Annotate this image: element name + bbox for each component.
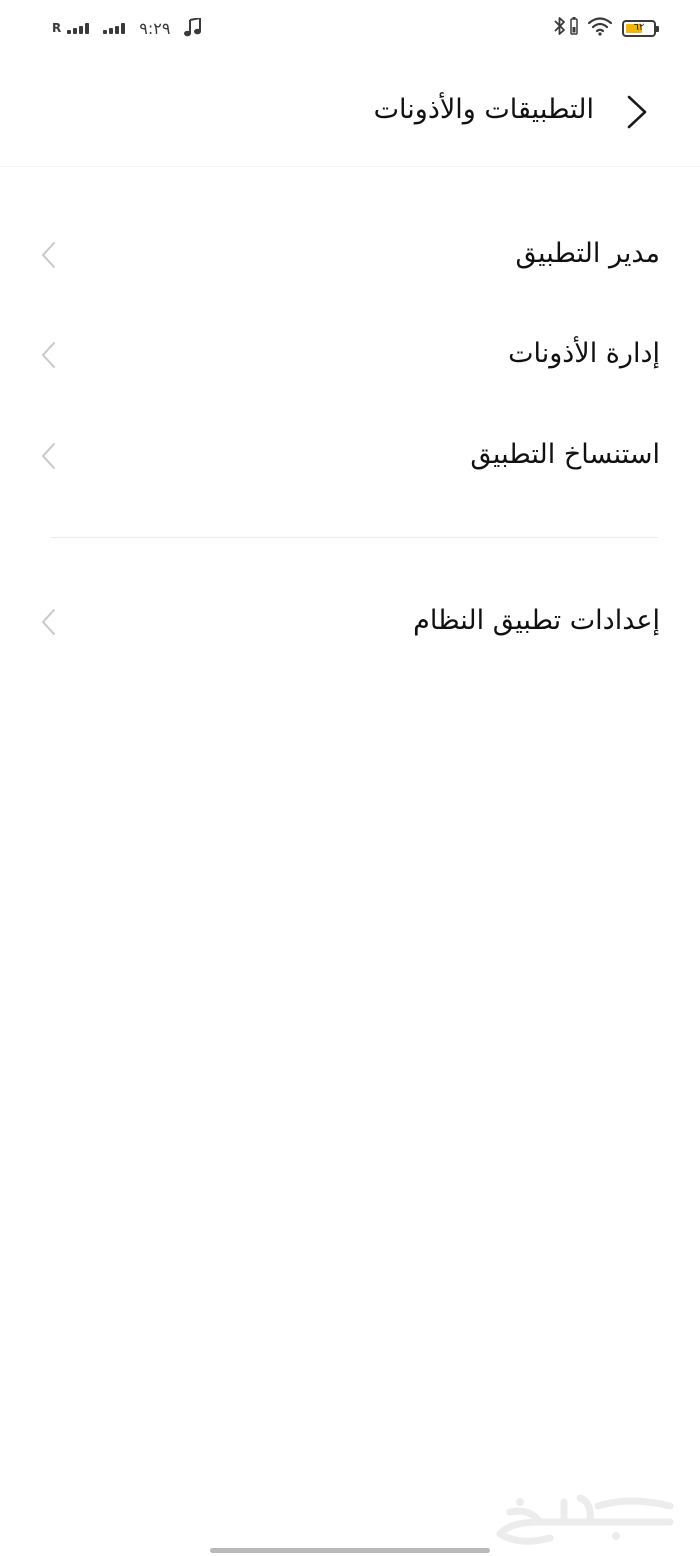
menu-item-permissions[interactable]: إدارة الأذونات: [0, 304, 700, 404]
chevron-left-icon: [42, 443, 55, 469]
chevron-left-icon: [42, 609, 55, 635]
status-time: ٩:٢٩: [139, 18, 171, 38]
wifi-icon: [587, 16, 613, 40]
signal-icon: [103, 22, 127, 34]
section-divider: [50, 537, 658, 538]
menu-item-label: إدارة الأذونات: [508, 338, 660, 369]
battery-icon: ٦٢: [622, 19, 659, 37]
signal-icon: [67, 22, 91, 34]
status-bar: R ٩:٢٩ ٦٢: [0, 0, 700, 56]
watermark-logo: [496, 1494, 674, 1545]
menu-item-label: إعدادات تطبيق النظام: [413, 605, 660, 636]
menu-item-app-manager[interactable]: مدير التطبيق: [0, 204, 700, 304]
chevron-right-icon: [627, 95, 647, 129]
menu-item-dual-apps[interactable]: استنساخ التطبيق: [0, 405, 700, 505]
menu-item-system-app-settings[interactable]: إعدادات تطبيق النظام: [0, 571, 700, 671]
menu-item-label: مدير التطبيق: [515, 238, 660, 269]
back-button[interactable]: [622, 92, 652, 132]
status-bar-right: ٦٢: [544, 14, 659, 42]
chevron-left-icon: [42, 242, 55, 268]
battery-percentage: ٦٢: [633, 21, 645, 33]
page-header: التطبيقات والأذونات: [0, 56, 700, 167]
menu-item-label: استنساخ التطبيق: [470, 439, 660, 470]
roaming-indicator: R: [52, 21, 62, 35]
bluetooth-icon: [554, 16, 566, 40]
status-bar-left: R ٩:٢٩: [52, 14, 202, 42]
page-title: التطبيقات والأذونات: [373, 94, 594, 125]
app-permissions-screen: R ٩:٢٩ ٦٢ التطبيقات والأذونات مدير التطب…: [0, 0, 700, 1556]
battery-saver-icon: [570, 17, 578, 39]
home-indicator[interactable]: [210, 1548, 490, 1553]
chevron-left-icon: [42, 342, 55, 368]
music-note-icon: [184, 18, 202, 38]
